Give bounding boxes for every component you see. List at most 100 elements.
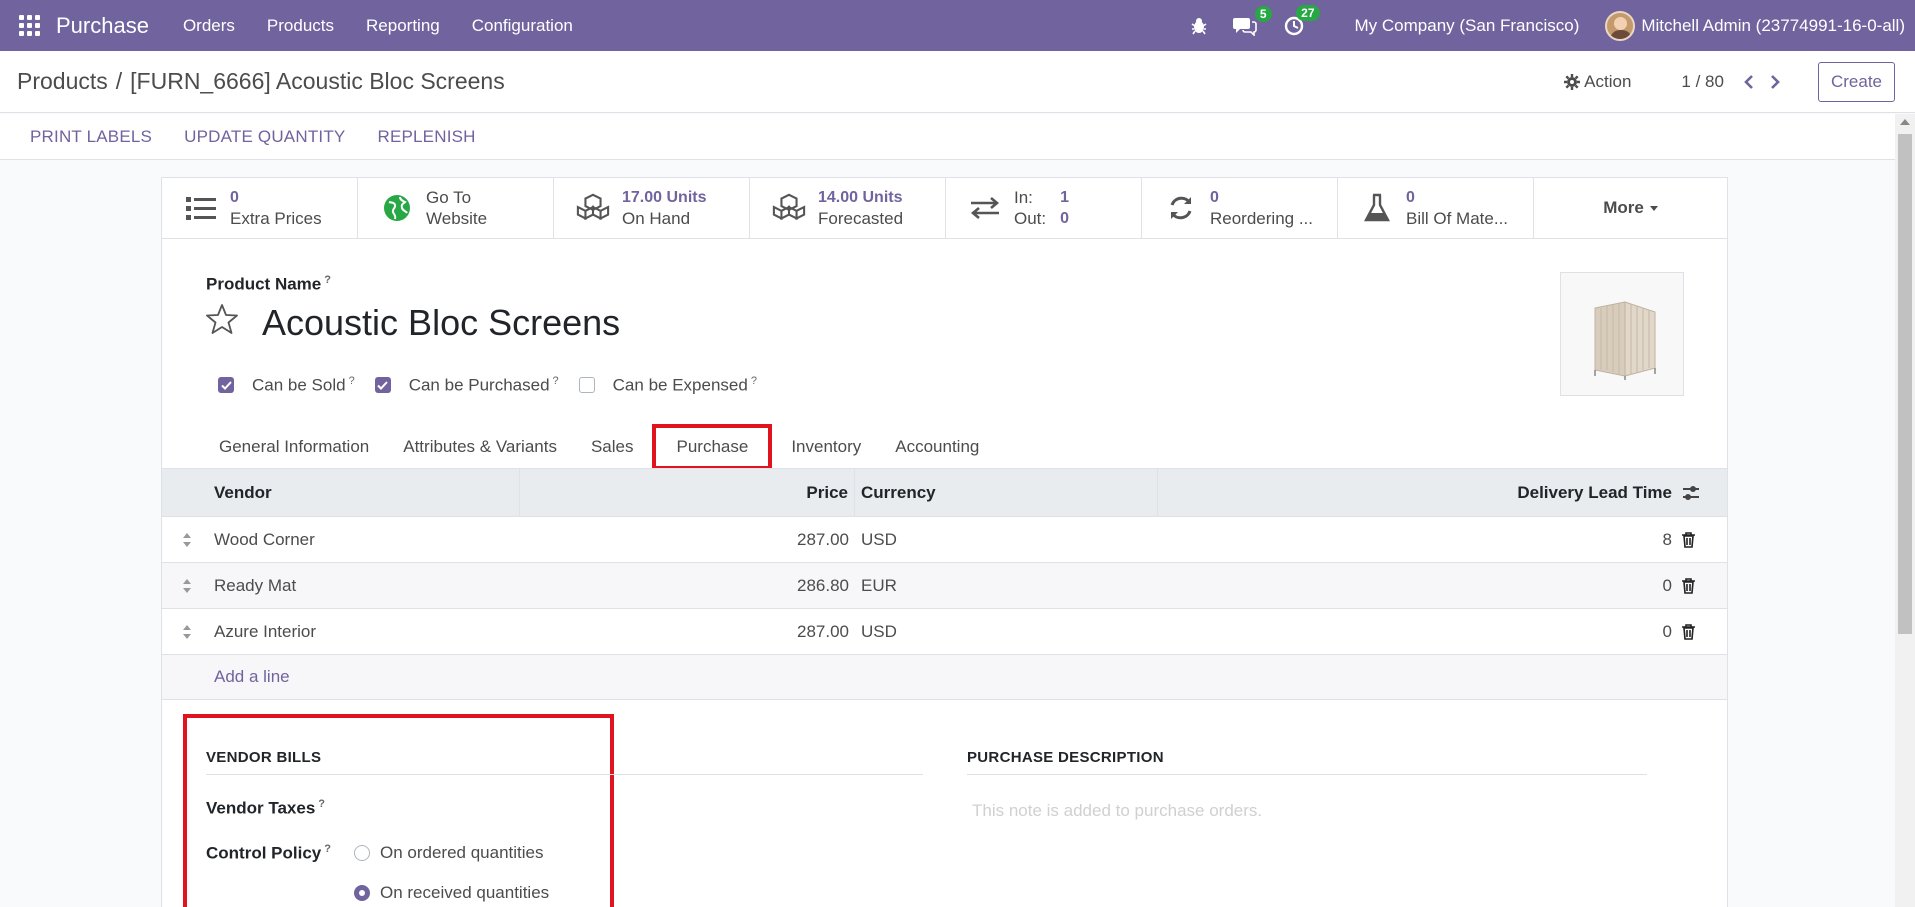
- optional-columns-toggle-icon[interactable]: [1676, 485, 1726, 501]
- can-be-purchased-checkbox[interactable]: [374, 377, 391, 394]
- out-value: 0: [1060, 210, 1070, 227]
- reordering-value: 0: [1210, 189, 1219, 206]
- apps-menu-icon[interactable]: [18, 15, 40, 37]
- add-a-line-link[interactable]: Add a line: [162, 654, 1727, 700]
- tab-inventory[interactable]: Inventory: [774, 425, 878, 469]
- row-drag-handle-icon[interactable]: [162, 532, 212, 548]
- smart-buttons: 0 Extra Prices Go To Website 17.00 Units On…: [162, 178, 1727, 239]
- extra-prices-value: 0: [230, 189, 239, 206]
- lead-time-cell[interactable]: 0: [1158, 576, 1676, 596]
- pager-value[interactable]: 1 / 80: [1681, 72, 1724, 92]
- print-labels-button[interactable]: PRINT LABELS: [14, 127, 168, 147]
- messages-icon[interactable]: 5: [1232, 5, 1272, 36]
- column-header-price[interactable]: Price: [520, 468, 855, 517]
- control-panel: Products / [FURN_6666] Acoustic Bloc Scr…: [0, 51, 1915, 113]
- product-image[interactable]: [1560, 272, 1684, 396]
- can-be-sold-checkbox[interactable]: [218, 377, 234, 394]
- tab-attributes-variants[interactable]: Attributes & Variants: [386, 425, 574, 469]
- navbar-systray: 5 27 My Company (San Francisco) Mitchell…: [1191, 0, 1915, 51]
- out-label: Out:: [1014, 209, 1047, 228]
- refresh-icon: [1170, 196, 1192, 220]
- replenish-button[interactable]: REPLENISH: [361, 127, 491, 147]
- user-avatar[interactable]: [1605, 10, 1636, 41]
- debug-bug-icon[interactable]: [1191, 17, 1207, 35]
- menu-orders[interactable]: Orders: [167, 16, 251, 36]
- reordering-rules-button[interactable]: 0 Reordering ...: [1142, 178, 1338, 238]
- currency-cell[interactable]: EUR: [855, 576, 1158, 596]
- table-row[interactable]: Ready Mat 286.80 EUR 0: [162, 562, 1727, 608]
- company-switcher[interactable]: My Company (San Francisco): [1355, 16, 1580, 36]
- currency-cell[interactable]: USD: [855, 530, 1158, 550]
- help-tooltip-icon[interactable]: ?: [324, 274, 331, 286]
- vendor-cell[interactable]: Ready Mat: [212, 576, 520, 596]
- radio-selected: [354, 885, 370, 901]
- control-panel-right: Action 1 / 80 Create: [1564, 62, 1895, 102]
- row-drag-handle-icon[interactable]: [162, 578, 212, 594]
- reordering-label: Reordering ...: [1210, 209, 1313, 228]
- pager-next-icon[interactable]: [1762, 69, 1788, 95]
- table-row[interactable]: Wood Corner 287.00 USD 8: [162, 516, 1727, 562]
- action-dropdown-button[interactable]: Action: [1564, 72, 1631, 92]
- tab-purchase[interactable]: Purchase: [652, 424, 773, 470]
- trash-icon[interactable]: [1676, 531, 1726, 548]
- price-cell[interactable]: 286.80: [520, 576, 855, 596]
- column-header-delivery-lead-time[interactable]: Delivery Lead Time: [1158, 483, 1676, 503]
- app-name[interactable]: Purchase: [56, 13, 149, 39]
- activities-clock-icon[interactable]: 27: [1283, 4, 1320, 37]
- vendor-cell[interactable]: Wood Corner: [212, 530, 520, 550]
- can-be-expensed-label: Can be Expensed?: [612, 375, 757, 395]
- create-button[interactable]: Create: [1817, 62, 1895, 102]
- can-be-expensed-checkbox[interactable]: [578, 377, 595, 394]
- go-to-website-button[interactable]: Go To Website: [358, 178, 554, 238]
- activities-count-badge: 27: [1296, 4, 1320, 21]
- row-drag-handle-icon[interactable]: [162, 624, 212, 640]
- pager-previous-icon[interactable]: [1736, 69, 1762, 95]
- exchange-arrows-icon: [970, 197, 1000, 219]
- vendor-cell[interactable]: Azure Interior: [212, 622, 520, 642]
- extra-prices-button[interactable]: 0 Extra Prices: [162, 178, 358, 238]
- price-cell[interactable]: 287.00: [520, 530, 855, 550]
- scrollbar-thumb[interactable]: [1898, 134, 1912, 634]
- update-quantity-button[interactable]: UPDATE QUANTITY: [168, 127, 361, 147]
- vendor-taxes-label: Vendor Taxes?: [206, 798, 326, 818]
- radio-unselected: [354, 845, 370, 861]
- menu-reporting[interactable]: Reporting: [350, 16, 456, 36]
- menu-products[interactable]: Products: [251, 16, 350, 36]
- vendor-pricelist-table: Vendor Price Currency Delivery Lead Time…: [162, 468, 1727, 700]
- on-hand-value: 17.00 Units: [622, 189, 707, 206]
- breadcrumb-separator: /: [115, 68, 123, 94]
- trash-icon[interactable]: [1676, 577, 1726, 594]
- bill-of-materials-button[interactable]: 0 Bill Of Mate...: [1338, 178, 1534, 238]
- price-cell[interactable]: 287.00: [520, 622, 855, 642]
- vertical-scrollbar[interactable]: [1895, 114, 1915, 907]
- breadcrumb-products-link[interactable]: Products: [17, 68, 108, 95]
- product-name-field[interactable]: Acoustic Bloc Screens: [262, 302, 620, 344]
- control-policy-received-radio[interactable]: On received quantities: [354, 883, 549, 903]
- tab-sales[interactable]: Sales: [574, 425, 651, 469]
- forecasted-button[interactable]: 14.00 Units Forecasted: [750, 178, 946, 238]
- lead-time-cell[interactable]: 0: [1158, 622, 1676, 642]
- on-hand-button[interactable]: 17.00 Units On Hand: [554, 178, 750, 238]
- in-out-button[interactable]: In: 1 Out: 0: [946, 178, 1142, 238]
- table-row[interactable]: Azure Interior 287.00 USD 0: [162, 608, 1727, 654]
- vendor-bills-section-title: VENDOR BILLS: [206, 749, 923, 775]
- top-navbar: Purchase Orders Products Reporting Confi…: [0, 0, 1915, 51]
- form-notebook-tabs: General Information Attributes & Variant…: [202, 424, 996, 470]
- trash-icon[interactable]: [1676, 623, 1726, 640]
- tab-general-information[interactable]: General Information: [202, 425, 386, 469]
- product-flags: Can be Sold? Can be Purchased? Can be Ex…: [218, 375, 777, 396]
- column-header-vendor[interactable]: Vendor: [212, 468, 520, 517]
- currency-cell[interactable]: USD: [855, 622, 1158, 642]
- favorite-star-icon[interactable]: [206, 303, 238, 340]
- purchase-description-field[interactable]: This note is added to purchase orders.: [972, 801, 1612, 821]
- scroll-up-arrow-icon[interactable]: [1900, 119, 1910, 125]
- user-menu[interactable]: Mitchell Admin (23774991-16-0-all): [1641, 16, 1905, 36]
- control-policy-ordered-radio[interactable]: On ordered quantities: [354, 843, 544, 863]
- column-header-currency[interactable]: Currency: [855, 468, 1158, 517]
- more-dropdown-button[interactable]: More: [1534, 178, 1727, 238]
- lead-time-cell[interactable]: 8: [1158, 530, 1676, 550]
- menu-configuration[interactable]: Configuration: [456, 16, 589, 36]
- tab-accounting[interactable]: Accounting: [878, 425, 996, 469]
- list-icon: [186, 197, 216, 220]
- breadcrumb: Products / [FURN_6666] Acoustic Bloc Scr…: [17, 68, 505, 95]
